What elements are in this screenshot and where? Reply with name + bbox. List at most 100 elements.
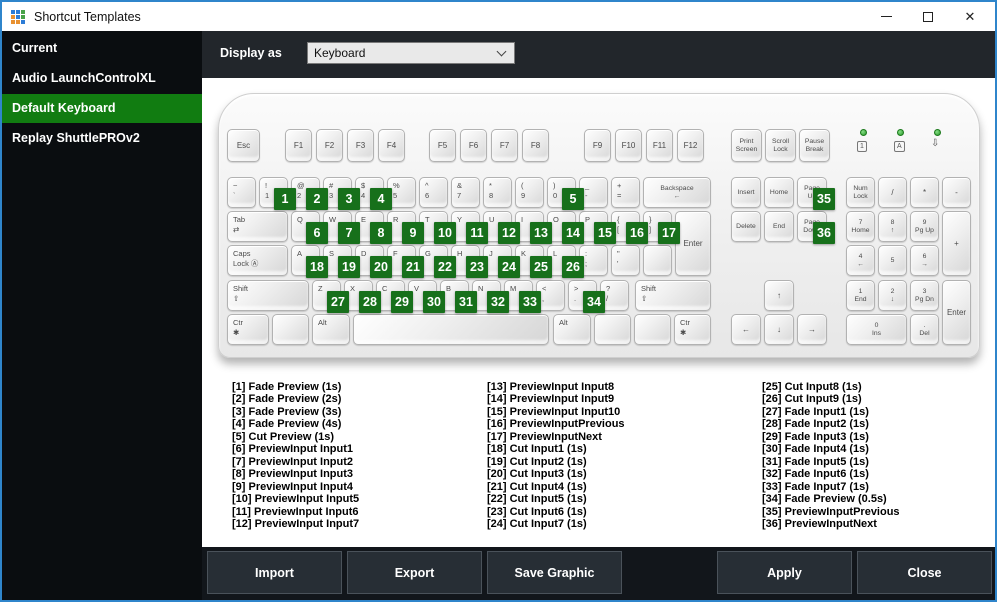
- legend-entry: [22] Cut Input5 (1s): [487, 493, 587, 506]
- shortcut-badge-29: 29: [391, 291, 413, 313]
- shortcut-badge-8: 8: [370, 222, 392, 244]
- display-as-select[interactable]: Keyboard: [307, 42, 515, 64]
- shortcut-badge-11: 11: [466, 222, 488, 244]
- display-as-value: Keyboard: [314, 46, 366, 60]
- sidebar-item-replay-shuttleprov2[interactable]: Replay ShuttlePROv2: [2, 124, 202, 153]
- legend-entry: [25] Cut Input8 (1s): [762, 381, 862, 393]
- key-blank: ↑: [764, 280, 794, 311]
- key-del: . Del: [910, 314, 939, 345]
- close-button[interactable]: Close: [857, 551, 992, 594]
- titlebar-close-button[interactable]: ✕: [949, 2, 991, 31]
- import-button[interactable]: Import: [207, 551, 342, 594]
- legend-entry: [10] PreviewInput Input5: [232, 493, 360, 506]
- legend-entry: [18] Cut Input1 (1s): [487, 443, 587, 456]
- key-8: 8 ↑: [878, 211, 907, 242]
- key-5: 5: [878, 245, 907, 276]
- sidebar-item-audio-launchcontrolxl[interactable]: Audio LaunchControlXL: [2, 64, 202, 93]
- legend-entry: [2] Fade Preview (2s): [232, 393, 342, 406]
- shortcut-badge-20: 20: [370, 256, 392, 278]
- key-backspace: Backspace ←: [643, 177, 711, 208]
- legend-column-2: [13] PreviewInput Input8 [14] PreviewInpu…: [487, 381, 737, 530]
- shortcut-badge-26: 26: [562, 256, 584, 278]
- legend-entry: [17] PreviewInputNext: [487, 430, 602, 443]
- display-as-bar: Display as Keyboard: [202, 31, 995, 78]
- maximize-button[interactable]: [907, 2, 949, 31]
- minimize-button[interactable]: [865, 2, 907, 31]
- scrolllock-led-light: [934, 129, 941, 136]
- shortcut-badge-16: 16: [626, 222, 648, 244]
- maximize-icon: [923, 11, 933, 22]
- key-blank: ↓: [764, 314, 794, 345]
- shortcut-badge-23: 23: [466, 256, 488, 278]
- shortcut-badge-12: 12: [498, 222, 520, 244]
- key-0-ins: 0 Ins: [846, 314, 907, 345]
- key-enter: Enter: [675, 211, 711, 276]
- shortcut-badge-6: 6: [306, 222, 328, 244]
- key-f5: F5: [429, 129, 456, 162]
- shortcut-badge-5: 5: [562, 188, 584, 210]
- key-f3: F3: [347, 129, 374, 162]
- apply-button[interactable]: Apply: [717, 551, 852, 594]
- save-graphic-button[interactable]: Save Graphic: [487, 551, 622, 594]
- key-6: ^ 6: [419, 177, 448, 208]
- legend-column-3: [25] Cut Input8 (1s) [26] Cut Input9 (1s)…: [762, 381, 995, 530]
- content-area: Display as Keyboard Esc F1 F2 F3 F4 F5 F6 F7 F8 F…: [202, 31, 995, 600]
- key-enter-stem: [643, 245, 672, 276]
- shortcut-badge-13: 13: [530, 222, 552, 244]
- window-title: Shortcut Templates: [34, 9, 141, 24]
- export-button[interactable]: Export: [347, 551, 482, 594]
- shortcut-templates-window: Shortcut Templates ✕ Current Audio Launch…: [0, 0, 997, 602]
- title-bar: Shortcut Templates ✕: [2, 2, 995, 31]
- key-ctr: Ctr ✱: [227, 314, 269, 345]
- key-blank: " ': [611, 245, 640, 276]
- key-7: & 7: [451, 177, 480, 208]
- key-delete: Delete: [731, 211, 761, 242]
- keyboard-graphic: Esc F1 F2 F3 F4 F5 F6 F7 F8 F9 F10 F11 F12 Print Scree…: [218, 93, 980, 358]
- legend-entry: [15] PreviewInput Input10: [487, 405, 621, 418]
- key-blank: + =: [611, 177, 640, 208]
- shortcut-badge-32: 32: [487, 291, 509, 313]
- legend-entry: [16] PreviewInputPrevious: [487, 418, 625, 431]
- key-num-lock: Num Lock: [846, 177, 875, 208]
- window-controls: ✕: [865, 2, 991, 31]
- shortcut-badge-30: 30: [423, 291, 445, 313]
- key-alt: Alt: [553, 314, 591, 345]
- legend-entry: [8] PreviewInput Input3: [232, 468, 354, 481]
- key-blank: →: [797, 314, 827, 345]
- key-3-pg-dn: 3 Pg Dn: [910, 280, 939, 311]
- legend-entry: [5] Cut Preview (1s): [232, 430, 335, 443]
- legend-entry: [33] Fade Input7 (1s): [762, 480, 869, 493]
- shortcut-badge-27: 27: [327, 291, 349, 313]
- legend-entry: [20] Cut Input3 (1s): [487, 468, 587, 481]
- key-pause-break: Pause Break: [799, 129, 830, 162]
- legend-entry: [11] PreviewInput Input6: [232, 505, 359, 518]
- shortcut-badge-24: 24: [498, 256, 520, 278]
- legend-entry: [23] Cut Input6 (1s): [487, 505, 587, 518]
- close-icon: ✕: [964, 9, 976, 24]
- legend-entry: [36] PreviewInputNext: [762, 517, 877, 530]
- numlock-led-icon: 1: [857, 141, 867, 152]
- shortcut-badge-21: 21: [402, 256, 424, 278]
- key-space: [353, 314, 549, 345]
- shortcut-badge-28: 28: [359, 291, 381, 313]
- key-insert: Insert: [731, 177, 761, 208]
- legend-entry: [32] Fade Input6 (1s): [762, 468, 869, 481]
- legend-entry: [31] Fade Input5 (1s): [762, 455, 869, 468]
- key-win-right: [594, 314, 631, 345]
- key-6: 6 →: [910, 245, 939, 276]
- shortcut-badge-22: 22: [434, 256, 456, 278]
- capslock-led-icon: A: [894, 141, 905, 152]
- shortcut-badge-15: 15: [594, 222, 616, 244]
- key-7-home: 7 Home: [846, 211, 875, 242]
- legend-entry: [21] Cut Input4 (1s): [487, 480, 587, 493]
- sidebar-item-default-keyboard[interactable]: Default Keyboard: [2, 94, 202, 123]
- sidebar-item-current[interactable]: Current: [2, 34, 202, 63]
- keyboard-panel: Esc F1 F2 F3 F4 F5 F6 F7 F8 F9 F10 F11 F12 Print Scree…: [202, 78, 995, 547]
- key-home: Home: [764, 177, 794, 208]
- legend-entry: [24] Cut Input7 (1s): [487, 517, 587, 530]
- shortcut-badge-25: 25: [530, 256, 552, 278]
- legend-column-1: [1] Fade Preview (1s) [2] Fade Preview (2…: [232, 381, 482, 530]
- legend-entry: [29] Fade Input3 (1s): [762, 430, 869, 443]
- legend-entry: [6] PreviewInput Input1: [232, 443, 354, 456]
- legend-entry: [1] Fade Preview (1s): [232, 381, 342, 393]
